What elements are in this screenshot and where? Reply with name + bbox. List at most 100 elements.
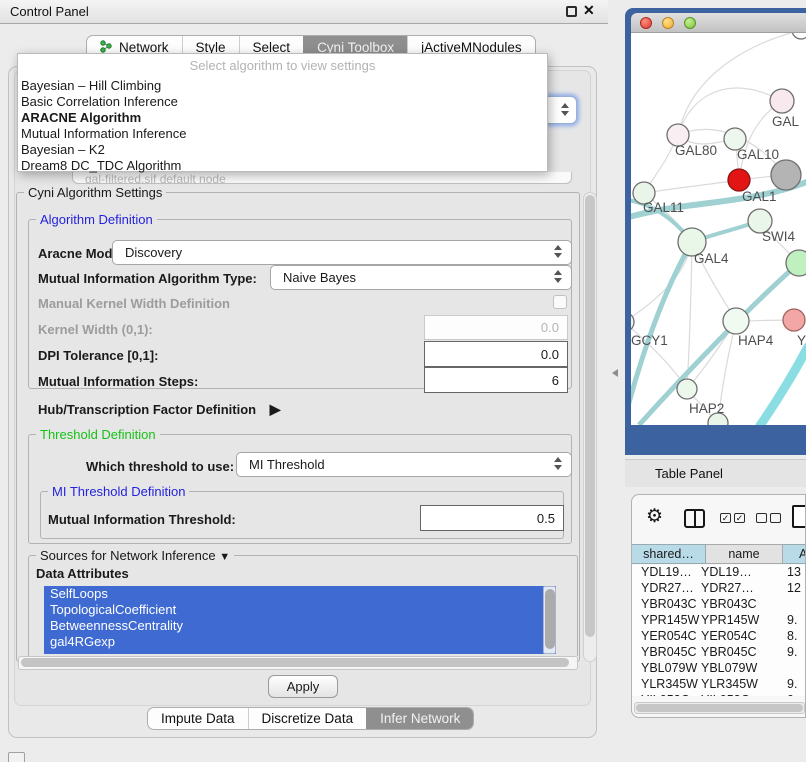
tab-discretize-data[interactable]: Discretize Data — [248, 708, 367, 729]
gear-icon[interactable]: ⚙ — [646, 507, 663, 526]
node[interactable] — [786, 250, 806, 276]
close-icon[interactable]: ✕ — [583, 2, 595, 19]
node-label: GAL11 — [643, 200, 684, 215]
close-traffic-light-icon[interactable] — [640, 17, 652, 29]
attributes-scrollbar[interactable] — [543, 586, 556, 654]
kernel-width-field: 0.0 — [424, 315, 568, 340]
table-panel-titlebar: Table Panel — [625, 459, 806, 487]
bottom-tabbar: Impute Data Discretize Data Infer Networ… — [147, 707, 474, 730]
dpi-tolerance-field[interactable]: 0.0 — [424, 341, 568, 367]
combo-arrows-icon — [561, 103, 570, 116]
table-row[interactable]: YBR043CYBR043C — [632, 597, 806, 613]
show-all-columns-icon[interactable]: ✓ — [734, 513, 745, 523]
dropdown-item[interactable]: Bayesian – Hill Climbing — [18, 78, 547, 94]
node[interactable] — [792, 33, 806, 39]
list-item[interactable]: SelfLoops — [44, 586, 556, 602]
dropdown-item[interactable]: Dream8 DC_TDC Algorithm — [18, 158, 547, 174]
data-attributes-list[interactable]: SelfLoops TopologicalCoefficient Between… — [44, 586, 556, 654]
node-gal1-gray[interactable] — [771, 160, 801, 190]
expand-right-icon[interactable]: ▶ — [270, 401, 281, 417]
node-selected-red[interactable] — [728, 169, 750, 191]
column-header-name[interactable]: name — [706, 544, 783, 564]
table-row[interactable]: YBL079WYBL079W — [632, 661, 806, 677]
node-label: GAL — [772, 114, 800, 129]
node-gal[interactable] — [770, 89, 794, 113]
mi-type-combo[interactable]: Naive Bayes — [270, 265, 572, 290]
node-label: Y — [797, 333, 806, 348]
manual-kernel-label: Manual Kernel Width Definition — [38, 296, 230, 311]
which-threshold-combo[interactable]: MI Threshold — [236, 452, 572, 477]
column-header-partial[interactable]: A — [783, 544, 806, 564]
data-attributes-label: Data Attributes — [36, 566, 129, 581]
group-title: MI Threshold Definition — [48, 484, 189, 499]
scrollbar-thumb[interactable] — [636, 704, 803, 712]
table-panel-title: Table Panel — [655, 466, 723, 481]
group-title: Algorithm Definition — [36, 212, 157, 227]
tab-impute-data[interactable]: Impute Data — [148, 708, 248, 729]
manual-kernel-checkbox[interactable] — [553, 295, 567, 309]
dropdown-item[interactable]: Basic Correlation Inference — [18, 94, 547, 110]
scrollbar-thumb[interactable] — [545, 589, 555, 649]
column-header-shared-name[interactable]: shared… — [632, 544, 706, 564]
dropdown-item[interactable]: Bayesian – K2 — [18, 142, 547, 158]
show-all-columns-icon[interactable]: ✓ — [720, 513, 731, 523]
table-row[interactable]: YPR145WYPR145W9. — [632, 613, 806, 629]
export-table-icon[interactable] — [792, 505, 806, 528]
minimize-traffic-light-icon[interactable] — [662, 17, 674, 29]
settings-horizontal-scrollbar[interactable] — [18, 656, 578, 670]
table-row[interactable]: YDR27…YDR27…12 — [632, 581, 806, 597]
combo-arrows-icon — [554, 270, 563, 283]
settings-vertical-scrollbar[interactable] — [583, 192, 597, 662]
float-window-icon[interactable] — [566, 6, 577, 17]
algorithm-selector-combo-fragment[interactable] — [548, 96, 577, 124]
mi-steps-field[interactable]: 6 — [424, 367, 568, 393]
tab-infer-network[interactable]: Infer Network — [366, 708, 473, 729]
control-panel-title: Control Panel — [10, 4, 89, 19]
node-label: GAL80 — [675, 143, 717, 158]
group-title: Cyni Algorithm Settings — [24, 185, 166, 200]
mi-threshold-label: Mutual Information Threshold: — [48, 512, 236, 527]
table-row[interactable]: YIL052CYIL052C0 — [632, 693, 806, 696]
node-y[interactable] — [783, 309, 805, 331]
network-window-titlebar[interactable] — [631, 13, 806, 33]
node-hap4[interactable] — [723, 308, 749, 334]
node-hap2[interactable] — [677, 379, 697, 399]
network-strong-edges — [631, 181, 806, 425]
hide-all-columns-icon[interactable] — [770, 513, 781, 523]
node-label: GAL1 — [742, 189, 777, 204]
table-row[interactable]: YDL19…YDL19…13 — [632, 565, 806, 581]
which-threshold-label: Which threshold to use: — [86, 459, 234, 474]
network-view[interactable]: GAL GAL80 GAL10 GAL1 GAL11 SWI4 GAL4 GCY… — [631, 33, 806, 425]
dropdown-item-selected[interactable]: ARACNE Algorithm — [18, 110, 547, 126]
scrollbar-thumb[interactable] — [585, 195, 595, 637]
table-row[interactable]: YER054CYER054C8. — [632, 629, 806, 645]
table-row[interactable]: YBR045CYBR045C9. — [632, 645, 806, 661]
node-label: HAP4 — [738, 333, 774, 348]
dpi-tolerance-label: DPI Tolerance [0,1]: — [38, 348, 158, 363]
group-title: Threshold Definition — [36, 427, 160, 442]
network-labels: GAL GAL80 GAL10 GAL1 GAL11 SWI4 GAL4 GCY… — [631, 114, 806, 416]
dropdown-prompt: Select algorithm to view settings — [18, 54, 547, 78]
list-item[interactable]: gal4RGexp — [44, 634, 556, 650]
hide-all-columns-icon[interactable] — [756, 513, 767, 523]
table-horizontal-scrollbar[interactable] — [634, 702, 805, 714]
combo-arrows-icon — [554, 457, 563, 470]
aracne-mode-combo[interactable]: Discovery — [112, 240, 572, 265]
split-view-icon[interactable] — [684, 509, 705, 528]
panel-divider-handle[interactable] — [612, 369, 618, 377]
apply-button[interactable]: Apply — [268, 675, 338, 698]
list-item[interactable]: BetweennessCentrality — [44, 618, 556, 634]
mi-threshold-field[interactable]: 0.5 — [420, 505, 564, 531]
algorithm-dropdown: Select algorithm to view settings Bayesi… — [17, 53, 548, 172]
list-item[interactable]: TopologicalCoefficient — [44, 602, 556, 618]
table-row[interactable]: YLR345WYLR345W9. — [632, 677, 806, 693]
table-body[interactable]: YDL19…YDL19…13 YDR27…YDR27…12 YBR043CYBR… — [632, 565, 806, 696]
hub-definition-toggle[interactable]: Hub/Transcription Factor Definition ▶ — [38, 401, 281, 418]
sources-toggle[interactable]: Sources for Network Inference ▼ — [36, 548, 234, 563]
kernel-width-label: Kernel Width (0,1): — [38, 322, 153, 337]
scrollbar-thumb[interactable] — [21, 658, 569, 667]
bottom-left-widget[interactable] — [8, 752, 25, 762]
zoom-traffic-light-icon[interactable] — [684, 17, 696, 29]
dropdown-item[interactable]: Mutual Information Inference — [18, 126, 547, 142]
collapse-down-icon[interactable]: ▼ — [219, 551, 230, 563]
